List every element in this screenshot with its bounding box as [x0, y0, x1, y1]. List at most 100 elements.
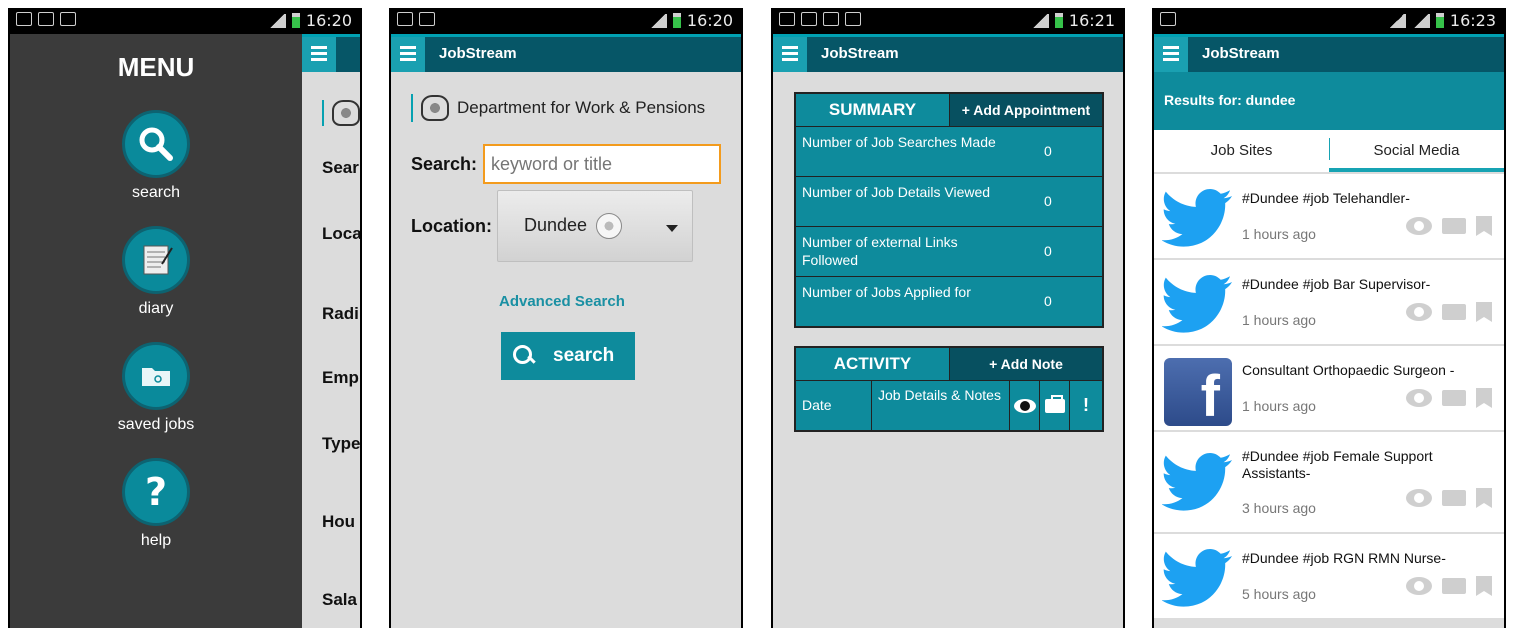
- tab-social-media[interactable]: Social Media: [1329, 130, 1504, 172]
- eye-icon[interactable]: [1406, 577, 1432, 595]
- bookmark-icon[interactable]: [1476, 488, 1492, 508]
- search-button-label: search: [553, 345, 615, 366]
- twitter-icon: [1162, 453, 1232, 511]
- hamburger-icon[interactable]: [773, 37, 807, 72]
- menu-item-label: help: [140, 532, 172, 549]
- form-label: Radi: [322, 304, 359, 323]
- row-label: Number of external Links Followed: [802, 234, 958, 268]
- list-item[interactable]: #Dundee #job Telehandler- 1 hours ago: [1154, 174, 1504, 260]
- row-label: Number of Jobs Applied for: [802, 284, 971, 300]
- eye-icon[interactable]: [1406, 217, 1432, 235]
- phone-results: 16:23 JobStream Results for: dundee Job …: [1152, 8, 1506, 628]
- briefcase-icon[interactable]: [1442, 490, 1466, 506]
- menu-item-diary[interactable]: diary: [10, 226, 302, 318]
- bookmark-icon[interactable]: [1476, 302, 1492, 322]
- signal-icon: [648, 13, 667, 28]
- location-dropdown[interactable]: Dundee: [497, 190, 693, 262]
- app-bar: JobStream: [1154, 34, 1504, 72]
- results-heading: Results for: dundee: [1154, 72, 1504, 130]
- applied-column: [1040, 381, 1070, 430]
- item-time: 1 hours ago: [1242, 398, 1316, 414]
- status-bar: 16:23: [1154, 8, 1504, 34]
- eye-icon[interactable]: [1406, 489, 1432, 507]
- underlying-screen: Sear Loca Radi Emp Type Hou Sala: [302, 34, 360, 628]
- battery-icon: [1435, 13, 1444, 28]
- search-label: Search:: [411, 154, 478, 174]
- chevron-down-icon: [666, 225, 678, 232]
- wifi-icon: [1387, 13, 1406, 28]
- item-time: 5 hours ago: [1242, 586, 1316, 602]
- results-tabs: Job Sites Social Media: [1154, 130, 1504, 172]
- table-row: Number of external Links Followed 0: [796, 226, 1102, 276]
- briefcase-icon[interactable]: [1442, 218, 1466, 234]
- folder-icon: [122, 342, 190, 410]
- item-time: 1 hours ago: [1242, 312, 1316, 328]
- status-time: 16:20: [686, 11, 733, 30]
- phone-diary: 16:21 JobStream SUMMARY + Add Appointmen…: [771, 8, 1125, 628]
- status-bar: 16:21: [773, 8, 1123, 34]
- briefcase-icon[interactable]: [1442, 304, 1466, 320]
- location-value: Dundee: [524, 215, 588, 235]
- hamburger-icon[interactable]: [302, 37, 336, 72]
- flag-column: !: [1083, 395, 1089, 415]
- table-row: Number of Jobs Applied for 0: [796, 276, 1102, 326]
- crest-icon: [421, 95, 449, 121]
- menu-title: MENU: [117, 52, 195, 82]
- item-time: 3 hours ago: [1242, 500, 1316, 516]
- hamburger-icon[interactable]: [391, 37, 425, 72]
- help-icon: ?: [122, 458, 190, 526]
- status-bar: 16:20: [10, 8, 360, 34]
- form-label: Hou: [322, 512, 356, 531]
- bookmark-icon[interactable]: [1476, 576, 1492, 596]
- battery-icon: [672, 13, 681, 28]
- eye-icon: [1013, 398, 1036, 413]
- form-label: Emp: [322, 368, 359, 387]
- eye-icon[interactable]: [1406, 389, 1432, 407]
- battery-icon: [291, 13, 300, 28]
- hamburger-icon[interactable]: [1154, 37, 1188, 72]
- list-item[interactable]: f Consultant Orthopaedic Surgeon - 1 hou…: [1154, 346, 1504, 432]
- bookmark-icon[interactable]: [1476, 216, 1492, 236]
- item-title: #Dundee #job RGN RMN Nurse-: [1242, 550, 1446, 566]
- row-value: 0: [1044, 193, 1052, 209]
- eye-icon[interactable]: [1406, 303, 1432, 321]
- list-item[interactable]: #Dundee #job Bar Supervisor- 1 hours ago: [1154, 260, 1504, 346]
- activity-table: ACTIVITY + Add Note Date Job Details & N…: [794, 346, 1104, 432]
- item-title: #Dundee #job Bar Supervisor-: [1242, 276, 1431, 292]
- location-label: Location:: [411, 216, 492, 236]
- menu-item-help[interactable]: ? help: [10, 458, 302, 550]
- list-item[interactable]: #Dundee #job RGN RMN Nurse- 5 hours ago: [1154, 534, 1504, 620]
- briefcase-icon[interactable]: [1442, 578, 1466, 594]
- search-input[interactable]: [483, 144, 721, 184]
- row-label: Number of Job Searches Made: [802, 134, 996, 150]
- list-item[interactable]: #Dundee #job Female Support Assistants- …: [1154, 432, 1504, 534]
- viewed-column: [1010, 381, 1040, 430]
- tab-job-sites[interactable]: Job Sites: [1154, 130, 1329, 172]
- app-bar: [302, 34, 360, 72]
- app-title: JobStream: [1202, 45, 1280, 62]
- summary-header: SUMMARY: [796, 94, 950, 126]
- summary-table: SUMMARY + Add Appointment Number of Job …: [794, 92, 1104, 328]
- screen-search: 16:20 JobStream Department for Work & Pe…: [391, 8, 741, 628]
- diary-icon: [122, 226, 190, 294]
- phone-menu: 16:20 MENU search diary saved jobs ? hel…: [8, 8, 362, 628]
- app-bar: JobStream: [391, 34, 741, 72]
- status-time: 16:23: [1449, 11, 1496, 30]
- form-label: Sala: [322, 590, 357, 609]
- search-button[interactable]: search: [501, 332, 635, 380]
- add-appointment-button[interactable]: + Add Appointment: [950, 94, 1102, 126]
- app-title: JobStream: [821, 45, 899, 62]
- row-value: 0: [1044, 143, 1052, 159]
- facebook-icon: f: [1164, 358, 1232, 426]
- bookmark-icon[interactable]: [1476, 388, 1492, 408]
- menu-item-saved-jobs[interactable]: saved jobs: [10, 342, 302, 434]
- screen-results: 16:23 JobStream Results for: dundee Job …: [1154, 8, 1504, 628]
- menu-item-label: saved jobs: [117, 416, 195, 433]
- advanced-search-link[interactable]: Advanced Search: [499, 293, 625, 310]
- item-title: Consultant Orthopaedic Surgeon -: [1242, 362, 1455, 378]
- briefcase-icon[interactable]: [1442, 390, 1466, 406]
- menu-item-search[interactable]: search: [10, 110, 302, 202]
- add-note-button[interactable]: + Add Note: [950, 348, 1102, 380]
- item-time: 1 hours ago: [1242, 226, 1316, 242]
- department-header: Department for Work & Pensions: [411, 94, 705, 122]
